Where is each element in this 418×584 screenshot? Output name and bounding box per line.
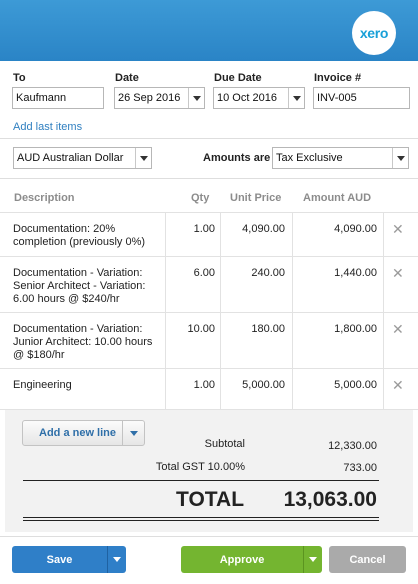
amounts-are-value: Tax Exclusive bbox=[276, 152, 343, 164]
total-value: 13,063.00 bbox=[283, 488, 377, 511]
description-line: Engineering bbox=[13, 379, 72, 391]
row-amount: 1,440.00 bbox=[334, 267, 377, 279]
table-row[interactable]: Documentation: 20% completion (previousl… bbox=[0, 212, 418, 256]
row-amount: 4,090.00 bbox=[334, 223, 377, 235]
description-line: Junior Architect: 10.00 hours bbox=[13, 336, 153, 348]
chevron-down-icon bbox=[292, 95, 301, 101]
xero-logo: xero bbox=[352, 11, 396, 55]
save-label: Save bbox=[46, 553, 73, 566]
chevron-down-icon bbox=[129, 430, 138, 436]
remove-line-button[interactable]: ✕ bbox=[392, 377, 404, 394]
totals-rule bbox=[23, 520, 379, 521]
row-description: Documentation: 20% completion (previousl… bbox=[13, 223, 145, 249]
row-unit-price: 240.00 bbox=[251, 267, 285, 279]
chevron-down-icon bbox=[113, 557, 121, 562]
row-qty: 1.00 bbox=[193, 223, 215, 235]
row-unit-price: 4,090.00 bbox=[242, 223, 285, 235]
row-description: Documentation - Variation: Junior Archit… bbox=[13, 323, 152, 362]
amounts-are-select[interactable]: Tax Exclusive bbox=[272, 147, 409, 169]
row-unit-price: 5,000.00 bbox=[242, 379, 285, 391]
divider bbox=[0, 178, 418, 179]
date-label: Date bbox=[115, 72, 139, 84]
row-qty: 10.00 bbox=[187, 323, 215, 335]
date-dropdown-button[interactable] bbox=[188, 88, 204, 108]
close-icon: ✕ bbox=[392, 321, 404, 337]
row-description: Engineering bbox=[13, 379, 72, 392]
description-line: 6.00 hours @ $240/hr bbox=[13, 293, 120, 305]
row-description: Documentation - Variation: Senior Archit… bbox=[13, 267, 145, 306]
description-line: Documentation - Variation: bbox=[13, 323, 143, 335]
approve-label: Approve bbox=[219, 553, 265, 566]
subtotal-value: 12,330.00 bbox=[328, 440, 377, 452]
amounts-are-label: Amounts are bbox=[203, 152, 271, 164]
due-date-value: 10 Oct 2016 bbox=[217, 92, 277, 104]
save-button[interactable]: Save bbox=[12, 546, 126, 573]
column-header-unit-price: Unit Price bbox=[230, 192, 282, 204]
to-input[interactable]: Kaufmann bbox=[12, 87, 104, 109]
description-line: completion (previously 0%) bbox=[13, 236, 146, 248]
totals-panel: Add a new line Subtotal 12,330.00 Total … bbox=[5, 410, 413, 532]
date-value: 26 Sep 2016 bbox=[118, 92, 181, 104]
column-header-description: Description bbox=[14, 192, 75, 204]
chevron-down-icon bbox=[192, 95, 201, 101]
description-line: Senior Architect - Variation: bbox=[13, 280, 146, 292]
to-label: To bbox=[13, 72, 26, 84]
chevron-down-icon bbox=[309, 557, 317, 562]
row-amount: 5,000.00 bbox=[334, 379, 377, 391]
column-header-amount: Amount AUD bbox=[303, 192, 372, 204]
add-last-items-link[interactable]: Add last items bbox=[13, 121, 82, 133]
gst-label: Total GST 10.00% bbox=[155, 461, 245, 473]
invoice-number-label: Invoice # bbox=[314, 72, 362, 84]
table-row[interactable]: Engineering 1.00 5,000.00 5,000.00 ✕ bbox=[0, 368, 418, 410]
description-line: Documentation - Variation: bbox=[13, 267, 143, 279]
totals-rule bbox=[23, 517, 379, 518]
currency-select[interactable]: AUD Australian Dollar bbox=[13, 147, 152, 169]
save-dropdown[interactable] bbox=[108, 557, 126, 562]
row-unit-price: 180.00 bbox=[251, 323, 285, 335]
due-date-label: Due Date bbox=[214, 72, 262, 84]
chevron-down-icon bbox=[139, 155, 148, 161]
table-row[interactable]: Documentation - Variation: Senior Archit… bbox=[0, 256, 418, 312]
gst-value: 733.00 bbox=[343, 462, 377, 474]
close-icon: ✕ bbox=[392, 265, 404, 281]
close-icon: ✕ bbox=[392, 221, 404, 237]
divider bbox=[0, 536, 418, 537]
cancel-button[interactable]: Cancel bbox=[329, 546, 406, 573]
add-new-line-dropdown[interactable] bbox=[123, 430, 144, 436]
remove-line-button[interactable]: ✕ bbox=[392, 265, 404, 282]
app-header: xero bbox=[0, 0, 418, 61]
approve-button[interactable]: Approve bbox=[181, 546, 322, 573]
row-qty: 1.00 bbox=[193, 379, 215, 391]
cancel-label: Cancel bbox=[349, 553, 386, 566]
due-date-input[interactable]: 10 Oct 2016 bbox=[213, 87, 305, 109]
total-label: TOTAL bbox=[176, 488, 245, 511]
currency-dropdown-button[interactable] bbox=[135, 148, 151, 168]
due-date-dropdown-button[interactable] bbox=[288, 88, 304, 108]
approve-dropdown[interactable] bbox=[304, 557, 322, 562]
divider bbox=[0, 138, 418, 139]
description-line: Documentation: 20% bbox=[13, 223, 116, 235]
remove-line-button[interactable]: ✕ bbox=[392, 321, 404, 338]
row-qty: 6.00 bbox=[193, 267, 215, 279]
column-header-qty: Qty bbox=[191, 192, 210, 204]
chevron-down-icon bbox=[396, 155, 405, 161]
amounts-are-dropdown-button[interactable] bbox=[392, 148, 408, 168]
row-amount: 1,800.00 bbox=[334, 323, 377, 335]
close-icon: ✕ bbox=[392, 377, 404, 393]
remove-line-button[interactable]: ✕ bbox=[392, 221, 404, 238]
date-input[interactable]: 26 Sep 2016 bbox=[114, 87, 205, 109]
currency-value: AUD Australian Dollar bbox=[17, 152, 124, 164]
totals-rule bbox=[23, 480, 379, 481]
add-new-line-label: Add a new line bbox=[39, 427, 117, 439]
add-new-line-button[interactable]: Add a new line bbox=[22, 420, 145, 446]
table-row[interactable]: Documentation - Variation: Junior Archit… bbox=[0, 312, 418, 368]
subtotal-label: Subtotal bbox=[204, 438, 245, 450]
description-line: @ $180/hr bbox=[13, 349, 65, 361]
invoice-number-input[interactable]: INV-005 bbox=[313, 87, 410, 109]
